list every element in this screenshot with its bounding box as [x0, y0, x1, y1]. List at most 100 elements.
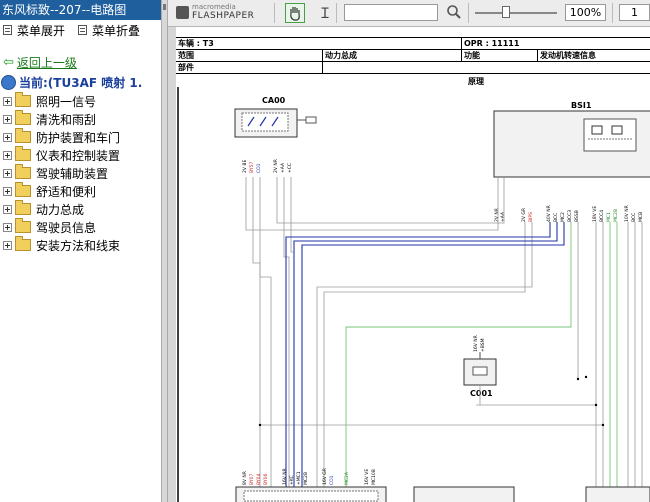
zoom-slider-thumb[interactable] — [502, 6, 510, 18]
tree-item-label: 仪表和控制装置 — [36, 148, 121, 163]
svg-text:8V NR: 8V NR — [242, 471, 248, 485]
expand-plus-icon[interactable] — [3, 240, 12, 250]
expand-plus-icon[interactable] — [3, 204, 12, 214]
tree-item-label: 动力总成 — [36, 202, 85, 217]
svg-text:CO1: CO1 — [256, 163, 262, 173]
expand-plus-icon[interactable] — [3, 222, 12, 232]
tree-item[interactable]: 照明一信号 — [0, 92, 161, 110]
tree-item[interactable]: 驾驶辅助装置 — [0, 164, 161, 182]
expand-menu-label: 菜单展开 — [17, 23, 66, 38]
menu-icon — [78, 25, 88, 35]
text-cursor-icon: Ｉ — [318, 6, 332, 22]
tree-item-label: 驾驶辅助装置 — [36, 166, 109, 181]
category-tree: 照明一信号 清洗和雨刮 防护装置和车门 仪表和控制装置 驾驶辅助装置 舒适和便利… — [0, 92, 161, 254]
svg-text:+KC: +KC — [289, 475, 295, 485]
expand-plus-icon[interactable] — [3, 114, 12, 124]
tree-item-label: 清洗和雨刮 — [36, 112, 97, 127]
folder-icon — [15, 236, 31, 251]
svg-text:2V NR: 2V NR — [494, 208, 500, 222]
tree-item[interactable]: 防护装置和车门 — [0, 128, 161, 146]
folder-icon — [15, 200, 31, 215]
svg-text:+MC1: +MC1 — [296, 471, 302, 485]
bsi1-module — [583, 118, 637, 152]
back-up-label: 返回上一级 — [16, 56, 77, 70]
document-viewer: macromedia FLASHPAPER Ｉ 100% 1 车辆: T3 O… — [168, 0, 650, 502]
text-select-tool-button[interactable]: Ｉ — [318, 3, 332, 23]
svg-text:MCB: MCB — [638, 212, 644, 222]
svg-text:+BSM: +BSM — [480, 338, 486, 352]
wiring-diagram: CA00 2V BE BY57 CO1 2V NR +AA +CC BSI1 2… — [177, 87, 650, 502]
svg-text:BY06: BY06 — [263, 474, 269, 485]
menu-toolbar: 菜单展开 菜单折叠 — [0, 22, 161, 38]
magnifier-icon — [447, 5, 461, 19]
back-up-link[interactable]: ⇦ 返回上一级 — [3, 54, 161, 71]
bsi1-pin-labels: 2V NR +AA 2V GR BIPS 40V NR BCC MC2 BCC3… — [494, 205, 644, 222]
svg-text:BY57: BY57 — [249, 162, 255, 173]
folder-icon — [15, 128, 31, 143]
toolbar-divider — [468, 3, 469, 23]
blue-wires — [285, 222, 565, 487]
svg-text:16V NR: 16V NR — [473, 335, 479, 352]
folder-icon — [15, 110, 31, 125]
folder-icon — [15, 146, 31, 161]
panel-splitter[interactable] — [161, 0, 168, 502]
svg-text:2V NR: 2V NR — [273, 159, 279, 173]
collapse-menu-button[interactable]: 菜单折叠 — [78, 22, 140, 39]
tree-item[interactable]: 仪表和控制装置 — [0, 146, 161, 164]
document-area[interactable]: 车辆 : T3 OPR : 11111 范围 动力总成 功能 发动机转速信息 部… — [168, 27, 650, 502]
zoom-level[interactable]: 100% — [565, 4, 606, 21]
bottom-pin-labels: 8V NR BY07 BY04 BY06 16V NR +KC +MC1 MC2… — [242, 468, 377, 485]
zoom-slider-track[interactable] — [475, 12, 557, 14]
svg-text:40V NR: 40V NR — [546, 205, 552, 222]
current-location: 当前:(TU3AF 喷射 1. — [1, 74, 161, 91]
collapse-handle-icon[interactable] — [163, 4, 166, 10]
expand-menu-button[interactable]: 菜单展开 — [3, 22, 65, 39]
collapse-menu-label: 菜单折叠 — [92, 23, 141, 38]
ca00-label: CA00 — [262, 96, 286, 105]
tree-item[interactable]: 舒适和便利 — [0, 182, 161, 200]
green-wires — [345, 222, 618, 487]
tree-item[interactable]: 动力总成 — [0, 200, 161, 218]
svg-text:MC1: MC1 — [606, 212, 612, 222]
junction-dots — [258, 375, 605, 427]
bsi1-label: BSI1 — [571, 101, 592, 110]
search-button[interactable] — [446, 4, 462, 24]
svg-text:BSSB: BSSB — [574, 210, 580, 222]
tree-item[interactable]: 驾驶员信息 — [0, 218, 161, 236]
svg-text:18V VE: 18V VE — [592, 206, 598, 222]
ca00-inner — [241, 112, 289, 132]
search-input[interactable] — [344, 4, 438, 21]
expand-plus-icon[interactable] — [3, 168, 12, 178]
tree-item-label: 安装方法和线束 — [36, 238, 121, 253]
c001-label: C001 — [470, 389, 493, 398]
folder-icon — [15, 182, 31, 197]
svg-text:10V NR: 10V NR — [624, 205, 630, 222]
logo-line1: macromedia — [192, 3, 236, 11]
tree-item[interactable]: 安装方法和线束 — [0, 236, 161, 254]
hand-tool-button[interactable] — [285, 3, 305, 23]
expand-plus-icon[interactable] — [3, 132, 12, 142]
svg-text:BY07: BY07 — [249, 474, 255, 485]
page-number-input[interactable]: 1 — [619, 4, 650, 21]
svg-text:MC2B: MC2B — [303, 472, 309, 485]
ca00-plug — [305, 116, 317, 124]
svg-text:16V GR: 16V GR — [322, 468, 328, 485]
toolbar-divider — [612, 3, 613, 23]
current-location-label: 当前:(TU3AF 喷射 1. — [19, 76, 143, 90]
svg-text:BCC: BCC — [553, 213, 559, 222]
expand-plus-icon[interactable] — [3, 96, 12, 106]
svg-text:2V BE: 2V BE — [242, 160, 248, 173]
flashpaper-logo-icon — [176, 6, 189, 19]
gray-wires — [245, 177, 643, 487]
svg-text:BCC: BCC — [631, 213, 637, 222]
expand-plus-icon[interactable] — [3, 150, 12, 160]
svg-text:+CC: +CC — [287, 163, 293, 173]
svg-text:MC2B: MC2B — [613, 209, 619, 222]
expand-plus-icon[interactable] — [3, 186, 12, 196]
window-title: 东风标致--207--电路图 — [0, 0, 161, 20]
logo-line2: FLASHPAPER — [192, 11, 255, 21]
tree-item-label: 舒适和便利 — [36, 184, 97, 199]
tree-item[interactable]: 清洗和雨刮 — [0, 110, 161, 128]
viewer-toolbar: macromedia FLASHPAPER Ｉ 100% 1 — [168, 0, 650, 27]
svg-text:16V NR: 16V NR — [282, 468, 288, 485]
